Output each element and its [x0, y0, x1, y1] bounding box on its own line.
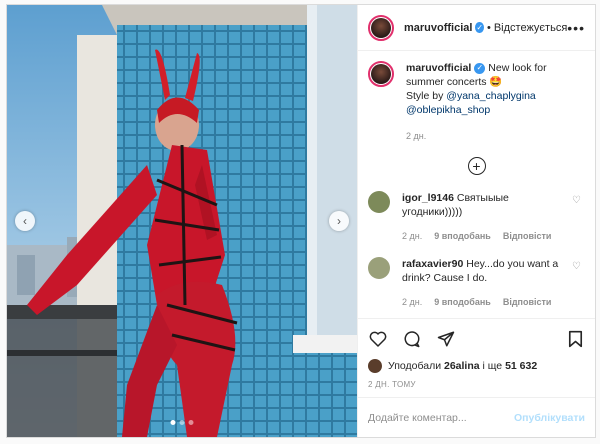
comment-body: igor_l9146 Святыыые угодники))))) 2 дн. …: [402, 191, 562, 243]
carousel-dot: [188, 420, 194, 425]
likes-summary: Уподобали 26alina і ще 51 632: [358, 358, 595, 374]
liker-avatar[interactable]: [368, 359, 382, 373]
publish-button[interactable]: Опублікувати: [514, 412, 585, 424]
follow-status-button[interactable]: Відстежується: [494, 22, 567, 34]
comment-reply-button[interactable]: Відповісти: [503, 295, 552, 309]
post-side-panel: maruvofficial ✓ • Відстежується ••• maru…: [357, 5, 595, 437]
comment-like-heart-icon[interactable]: ♡: [572, 195, 581, 206]
caption-style-by: Style by: [406, 90, 444, 102]
verified-badge-icon: ✓: [474, 62, 486, 74]
caption-body: maruvofficial ✓ New look for summer conce…: [406, 61, 585, 143]
post-modal: ‹ › maruvofficial ✓ • Відстежується ••• …: [6, 4, 596, 438]
comment-item: rafaxavier90 Hey...do you want a drink? …: [368, 257, 585, 309]
load-more-comments-icon[interactable]: +: [467, 157, 486, 175]
comment-input[interactable]: Додайте коментар...: [368, 412, 467, 424]
author-avatar[interactable]: [368, 14, 394, 41]
comment-reply-button[interactable]: Відповісти: [503, 229, 552, 243]
add-comment-bar: Додайте коментар... Опублікувати: [358, 397, 595, 437]
likes-count[interactable]: 51 632: [505, 360, 537, 372]
verified-badge-icon: ✓: [475, 22, 484, 33]
photo-illustration: [7, 5, 357, 437]
post-timestamp[interactable]: 2 ДН. ТОМУ: [358, 374, 595, 397]
caption-username[interactable]: maruvofficial: [406, 62, 471, 74]
comment-username[interactable]: rafaxavier90: [402, 258, 463, 270]
chevron-left-icon: ‹: [23, 214, 27, 228]
likes-suffix: і ще: [482, 360, 503, 372]
like-heart-icon[interactable]: [368, 329, 388, 349]
mention-link[interactable]: @oblepikha_shop: [406, 104, 490, 116]
comment-bubble-icon[interactable]: [402, 329, 422, 349]
comment-item: igor_l9146 Святыыые угодники))))) 2 дн. …: [368, 191, 585, 243]
author-username[interactable]: maruvofficial: [404, 22, 472, 34]
comment-like-heart-icon[interactable]: ♡: [572, 261, 581, 272]
carousel-next-button[interactable]: ›: [329, 211, 349, 231]
caption-avatar[interactable]: [368, 61, 394, 87]
carousel-dot: [179, 420, 185, 425]
post-header: maruvofficial ✓ • Відстежується •••: [358, 5, 595, 51]
comment-time[interactable]: 2 дн.: [402, 229, 422, 243]
header-separator: •: [486, 21, 491, 34]
more-options-icon[interactable]: •••: [567, 20, 585, 36]
comment-likes[interactable]: 9 вподобань: [434, 295, 491, 309]
bookmark-icon[interactable]: [565, 329, 585, 349]
likes-prefix: Уподобали: [388, 360, 442, 372]
carousel-dot: [170, 420, 176, 425]
comment-meta: 2 дн. 9 вподобань Відповісти: [402, 229, 562, 243]
comment-likes[interactable]: 9 вподобань: [434, 229, 491, 243]
commenter-avatar[interactable]: [368, 257, 390, 279]
chevron-right-icon: ›: [337, 214, 341, 228]
liker-username[interactable]: 26alina: [444, 360, 480, 372]
comment-body: rafaxavier90 Hey...do you want a drink? …: [402, 257, 562, 309]
post-caption: maruvofficial ✓ New look for summer conce…: [368, 61, 585, 143]
mention-link[interactable]: @yana_chaplygina: [446, 90, 535, 102]
commenter-avatar[interactable]: [368, 191, 390, 213]
post-photo[interactable]: ‹ ›: [7, 5, 357, 437]
carousel-indicator: [170, 420, 194, 425]
comment-username[interactable]: igor_l9146: [402, 192, 454, 204]
action-bar: [358, 318, 595, 358]
comment-time[interactable]: 2 дн.: [402, 295, 422, 309]
caption-time[interactable]: 2 дн.: [406, 129, 585, 143]
comments-section: maruvofficial ✓ New look for summer conce…: [358, 51, 595, 318]
comment-meta: 2 дн. 9 вподобань Відповісти: [402, 295, 562, 309]
carousel-prev-button[interactable]: ‹: [15, 211, 35, 231]
share-paper-plane-icon[interactable]: [436, 329, 456, 349]
